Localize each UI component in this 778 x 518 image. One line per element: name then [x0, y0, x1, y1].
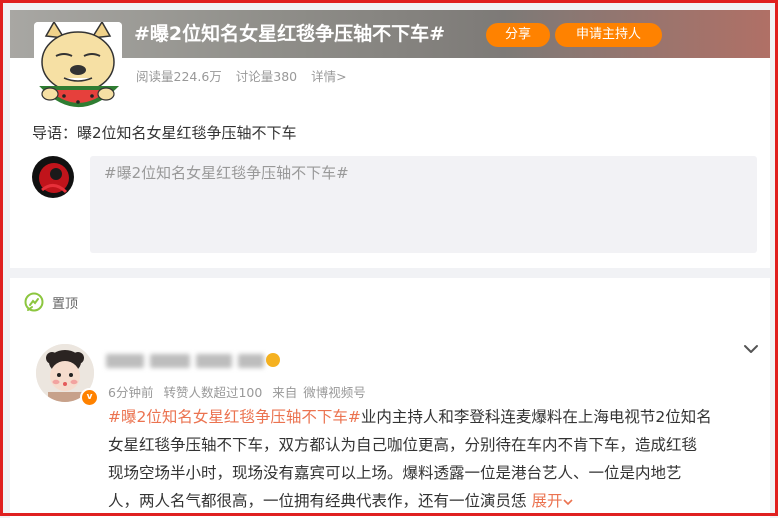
- post-body: #曝2位知名女星红毯争压轴不下车#业内主持人和李登科连麦爆料在上海电视节2位知名…: [108, 403, 756, 515]
- chevron-down-icon[interactable]: [742, 342, 760, 356]
- current-user-avatar: [32, 156, 74, 198]
- post-line-2: 女星红毯争压轴不下车，双方都认为自己咖位更高，分别待在车内不肯下车，造成红毯: [108, 436, 698, 454]
- post-line-4: 人，两人名气都很高，一位拥有经典代表作，还有一位演员恁 展开: [108, 487, 756, 515]
- expand-label: 展开: [531, 492, 563, 510]
- post-line-1-text: 业内主持人和李登科连麦爆料在上海电视节2位知名: [360, 408, 712, 426]
- topic-title: #曝2位知名女星红毯争压轴不下车#: [134, 23, 446, 45]
- post-line-1: #曝2位知名女星红毯争压轴不下车#业内主持人和李登科连麦爆料在上海电视节2位知名: [108, 403, 756, 431]
- post-line-3: 现场空场半小时，现场没有嘉宾可以上场。爆料透露一位是港台艺人、一位是内地艺: [108, 464, 682, 482]
- post-meta: 6分钟前 转赞人数超过100 来自 微博视频号: [108, 382, 372, 401]
- discussion-count: 讨论量380: [235, 69, 298, 84]
- verified-badge: v: [80, 388, 99, 407]
- member-icon: [266, 353, 280, 367]
- pin-icon: [24, 292, 44, 312]
- read-count: 阅读量224.6万: [136, 69, 222, 84]
- share-button[interactable]: 分享: [486, 23, 550, 47]
- repost-count: 转赞人数超过100: [163, 385, 263, 400]
- topic-stats: 阅读量224.6万 讨论量380 详情>: [136, 66, 357, 85]
- author-name-blurred[interactable]: [106, 350, 284, 372]
- pinned-label: 置顶: [52, 297, 79, 312]
- compose-text: #曝2位知名女星红毯争压轴不下车#: [104, 164, 349, 182]
- topic-header-card: #曝2位知名女星红毯争压轴不下车# 分享 申请主持人 阅读量224.6万 讨论量…: [10, 10, 770, 268]
- post-source[interactable]: 微博视频号: [303, 385, 366, 400]
- post-card: 置顶 v 6分钟前 转赞人数超过100 来自 微博视频号 #曝2位知名女星红毯争…: [10, 278, 770, 518]
- detail-link[interactable]: 详情>: [311, 69, 346, 84]
- source-prefix: 来自: [272, 385, 298, 400]
- post-hashtag[interactable]: #曝2位知名女星红毯争压轴不下车#: [108, 408, 361, 426]
- topic-intro: 导语：曝2位知名女星红毯争压轴不下车: [32, 124, 297, 142]
- topic-avatar: [34, 22, 122, 110]
- post-time[interactable]: 6分钟前: [108, 385, 153, 400]
- compose-input[interactable]: #曝2位知名女星红毯争压轴不下车#: [90, 156, 757, 253]
- expand-link[interactable]: 展开: [531, 492, 574, 510]
- post-line-4-text: 人，两人名气都很高，一位拥有经典代表作，还有一位演员恁: [108, 492, 527, 510]
- doge-meme-image: [34, 22, 122, 110]
- expand-chevron-icon: [563, 498, 574, 505]
- apply-host-button[interactable]: 申请主持人: [555, 23, 662, 47]
